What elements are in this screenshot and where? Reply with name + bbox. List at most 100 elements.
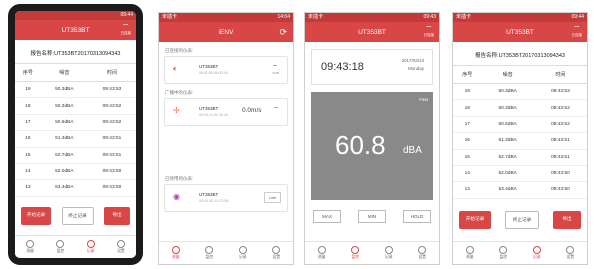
datetime-panel: 09:43:18 2017/03/13 Monday (311, 49, 433, 85)
phone-record-list: 未插卡 09:44 UT353BT ⌔ 已连接 报告名称:UT353BT2017… (452, 12, 588, 265)
tab-monitor[interactable]: 监控 (193, 242, 227, 264)
table-row[interactable]: 15 52.7dBA 09:43:51 (15, 147, 136, 164)
sensor-icon: ◉ (173, 192, 180, 201)
connection-label: 已连接 (120, 31, 132, 35)
tab-measure[interactable]: 测量 (453, 242, 487, 264)
bottom-tab-bar: 测量 监控 记录 设置 (453, 241, 587, 264)
table-row[interactable]: 16 51.3dBA 09:43:51 (15, 130, 136, 148)
tab-settings[interactable]: 设置 (406, 242, 440, 264)
tab-label: 测量 (465, 255, 474, 259)
table-row[interactable]: 13 53.4dBA 09:43:50 (453, 181, 587, 199)
table-row[interactable]: 13 53.4dBA 09:43:50 (15, 179, 136, 197)
cell-index: 13 (15, 179, 41, 197)
table-row[interactable]: 15 52.7dBA 09:43:51 (453, 149, 587, 166)
connection-button[interactable]: ⌔ 已连接 (571, 25, 583, 38)
status-bar: 未插卡 09:43 (305, 13, 439, 22)
clock-icon (384, 246, 393, 254)
cell-index: 16 (453, 132, 482, 150)
tab-record[interactable]: 记录 (520, 242, 554, 264)
signal-indicator: ⌔ -71dB (271, 63, 279, 75)
tab-measure[interactable]: 测量 (159, 242, 193, 264)
tab-measure[interactable]: 测量 (305, 242, 339, 264)
current-time: 09:43:18 (321, 61, 364, 73)
cell-index: 18 (453, 99, 482, 117)
tab-settings[interactable]: 设置 (106, 236, 136, 258)
device-card-connected[interactable]: 🔈︎ UT353BT 08:91:86:45:0D:40 ⌔ -71dB (164, 56, 288, 84)
tab-measure[interactable]: 测量 (15, 236, 45, 258)
table-row[interactable]: 19 50.3dBA 09:43:53 (453, 83, 587, 101)
device-name: UT363BT (199, 106, 219, 111)
device-id: 0D:91:4E:12:71:0B (199, 199, 229, 203)
device-card-broadcast[interactable]: ✢ UT363BT 0D:91:11:91:4E:40 0.0m/s ⌔ (164, 98, 288, 126)
table-row[interactable]: 18 50.3dBA 09:43:52 (453, 99, 587, 117)
tab-record[interactable]: 记录 (76, 236, 106, 258)
cell-index: 19 (453, 83, 482, 101)
history-icon (205, 246, 214, 254)
current-date: 2017/03/13 (401, 58, 424, 63)
connection-label: 已连接 (571, 33, 583, 37)
status-time: 14:04 (277, 14, 290, 20)
tab-monitor[interactable]: 监控 (339, 242, 373, 264)
table-row[interactable]: 16 51.3dBA 09:43:51 (453, 132, 587, 150)
max-button[interactable]: MAX (313, 210, 341, 223)
export-button[interactable]: 导出 (553, 210, 581, 229)
meter-controls: MAX MIN HOLD (305, 210, 439, 223)
gear-icon (418, 246, 427, 254)
status-bar: 未插卡 09:44 (453, 13, 587, 22)
current-weekday: Monday (407, 66, 424, 71)
start-record-button[interactable]: 开始记录 (459, 210, 491, 229)
start-record-button[interactable]: 开始记录 (21, 206, 51, 225)
cell-noise: 50.3dBA (481, 99, 534, 117)
table-row[interactable]: 18 50.3dBA 09:43:52 (15, 97, 136, 115)
refresh-icon[interactable]: ⟳ (279, 27, 287, 38)
cell-noise: 52.7dBA (40, 147, 88, 164)
min-button[interactable]: MIN (358, 210, 386, 223)
export-button[interactable]: 导出 (104, 206, 130, 225)
cell-time: 09:43:51 (87, 130, 136, 148)
history-icon (56, 240, 65, 248)
clock-icon (238, 246, 247, 254)
tab-settings[interactable]: 设置 (260, 242, 294, 264)
device-card-unconnected[interactable]: ◉ UT383BT 0D:91:4E:12:71:0B Link (164, 184, 288, 212)
reading-display: Fast 60.8 dBA (311, 92, 433, 200)
cell-time: 09:43:50 (87, 179, 136, 197)
tab-monitor[interactable]: 监控 (487, 242, 521, 264)
section-unconnected: 已停用的仪表: (165, 176, 194, 181)
gear-icon (272, 246, 281, 254)
stop-record-button[interactable]: 终止记录 (505, 210, 539, 229)
status-bar: 未插卡 14:04 (159, 13, 293, 22)
col-time: 时间 (87, 63, 136, 82)
table-row[interactable]: 17 50.6dBA 09:43:52 (15, 114, 136, 132)
phone-frame-record-list: 09:44 UT353BT ⌔ 已连接 报告名称:UT353BT20170313… (8, 4, 143, 265)
tab-settings[interactable]: 设置 (554, 242, 588, 264)
cell-noise: 50.6dBA (481, 116, 534, 134)
cell-index: 17 (15, 114, 41, 132)
connection-button[interactable]: ⌔ 已连接 (120, 23, 132, 36)
link-button[interactable]: Link (263, 192, 281, 203)
cell-time: 09:43:50 (533, 165, 587, 183)
bottom-tab-bar: 测量 监控 记录 设置 (159, 241, 293, 264)
tab-record[interactable]: 记录 (226, 242, 260, 264)
table-row[interactable]: 14 52.0dBA 09:43:50 (453, 165, 587, 183)
app-title: UT353BT (358, 28, 386, 36)
tab-label: 监控 (56, 249, 65, 253)
app-bar: UT353BT ⌔ 已连接 (15, 20, 136, 40)
connection-button[interactable]: ⌔ 已连接 (423, 25, 435, 38)
table-row[interactable]: 14 52.0dBA 09:43:50 (15, 163, 136, 181)
cell-time: 09:43:53 (87, 81, 136, 99)
table-row[interactable]: 19 50.3dBA 09:43:53 (15, 81, 136, 99)
hold-button[interactable]: HOLD (403, 210, 431, 223)
bottom-tab-bar: 测量 监控 记录 设置 (15, 235, 136, 258)
app-title: UT353BT (506, 28, 534, 36)
app-title: UT353BT (61, 26, 90, 34)
col-noise: 噪音 (481, 65, 534, 84)
speaker-icon: 🔈︎ (173, 64, 178, 73)
cell-noise: 52.0dBA (40, 163, 88, 181)
tab-monitor[interactable]: 监控 (45, 236, 75, 258)
stop-record-button[interactable]: 终止记录 (61, 206, 94, 225)
table-row[interactable]: 17 50.6dBA 09:43:52 (453, 116, 587, 134)
measure-icon (171, 246, 180, 254)
tab-label: 设置 (418, 255, 427, 259)
connection-label: 已连接 (423, 33, 435, 37)
tab-record[interactable]: 记录 (372, 242, 406, 264)
